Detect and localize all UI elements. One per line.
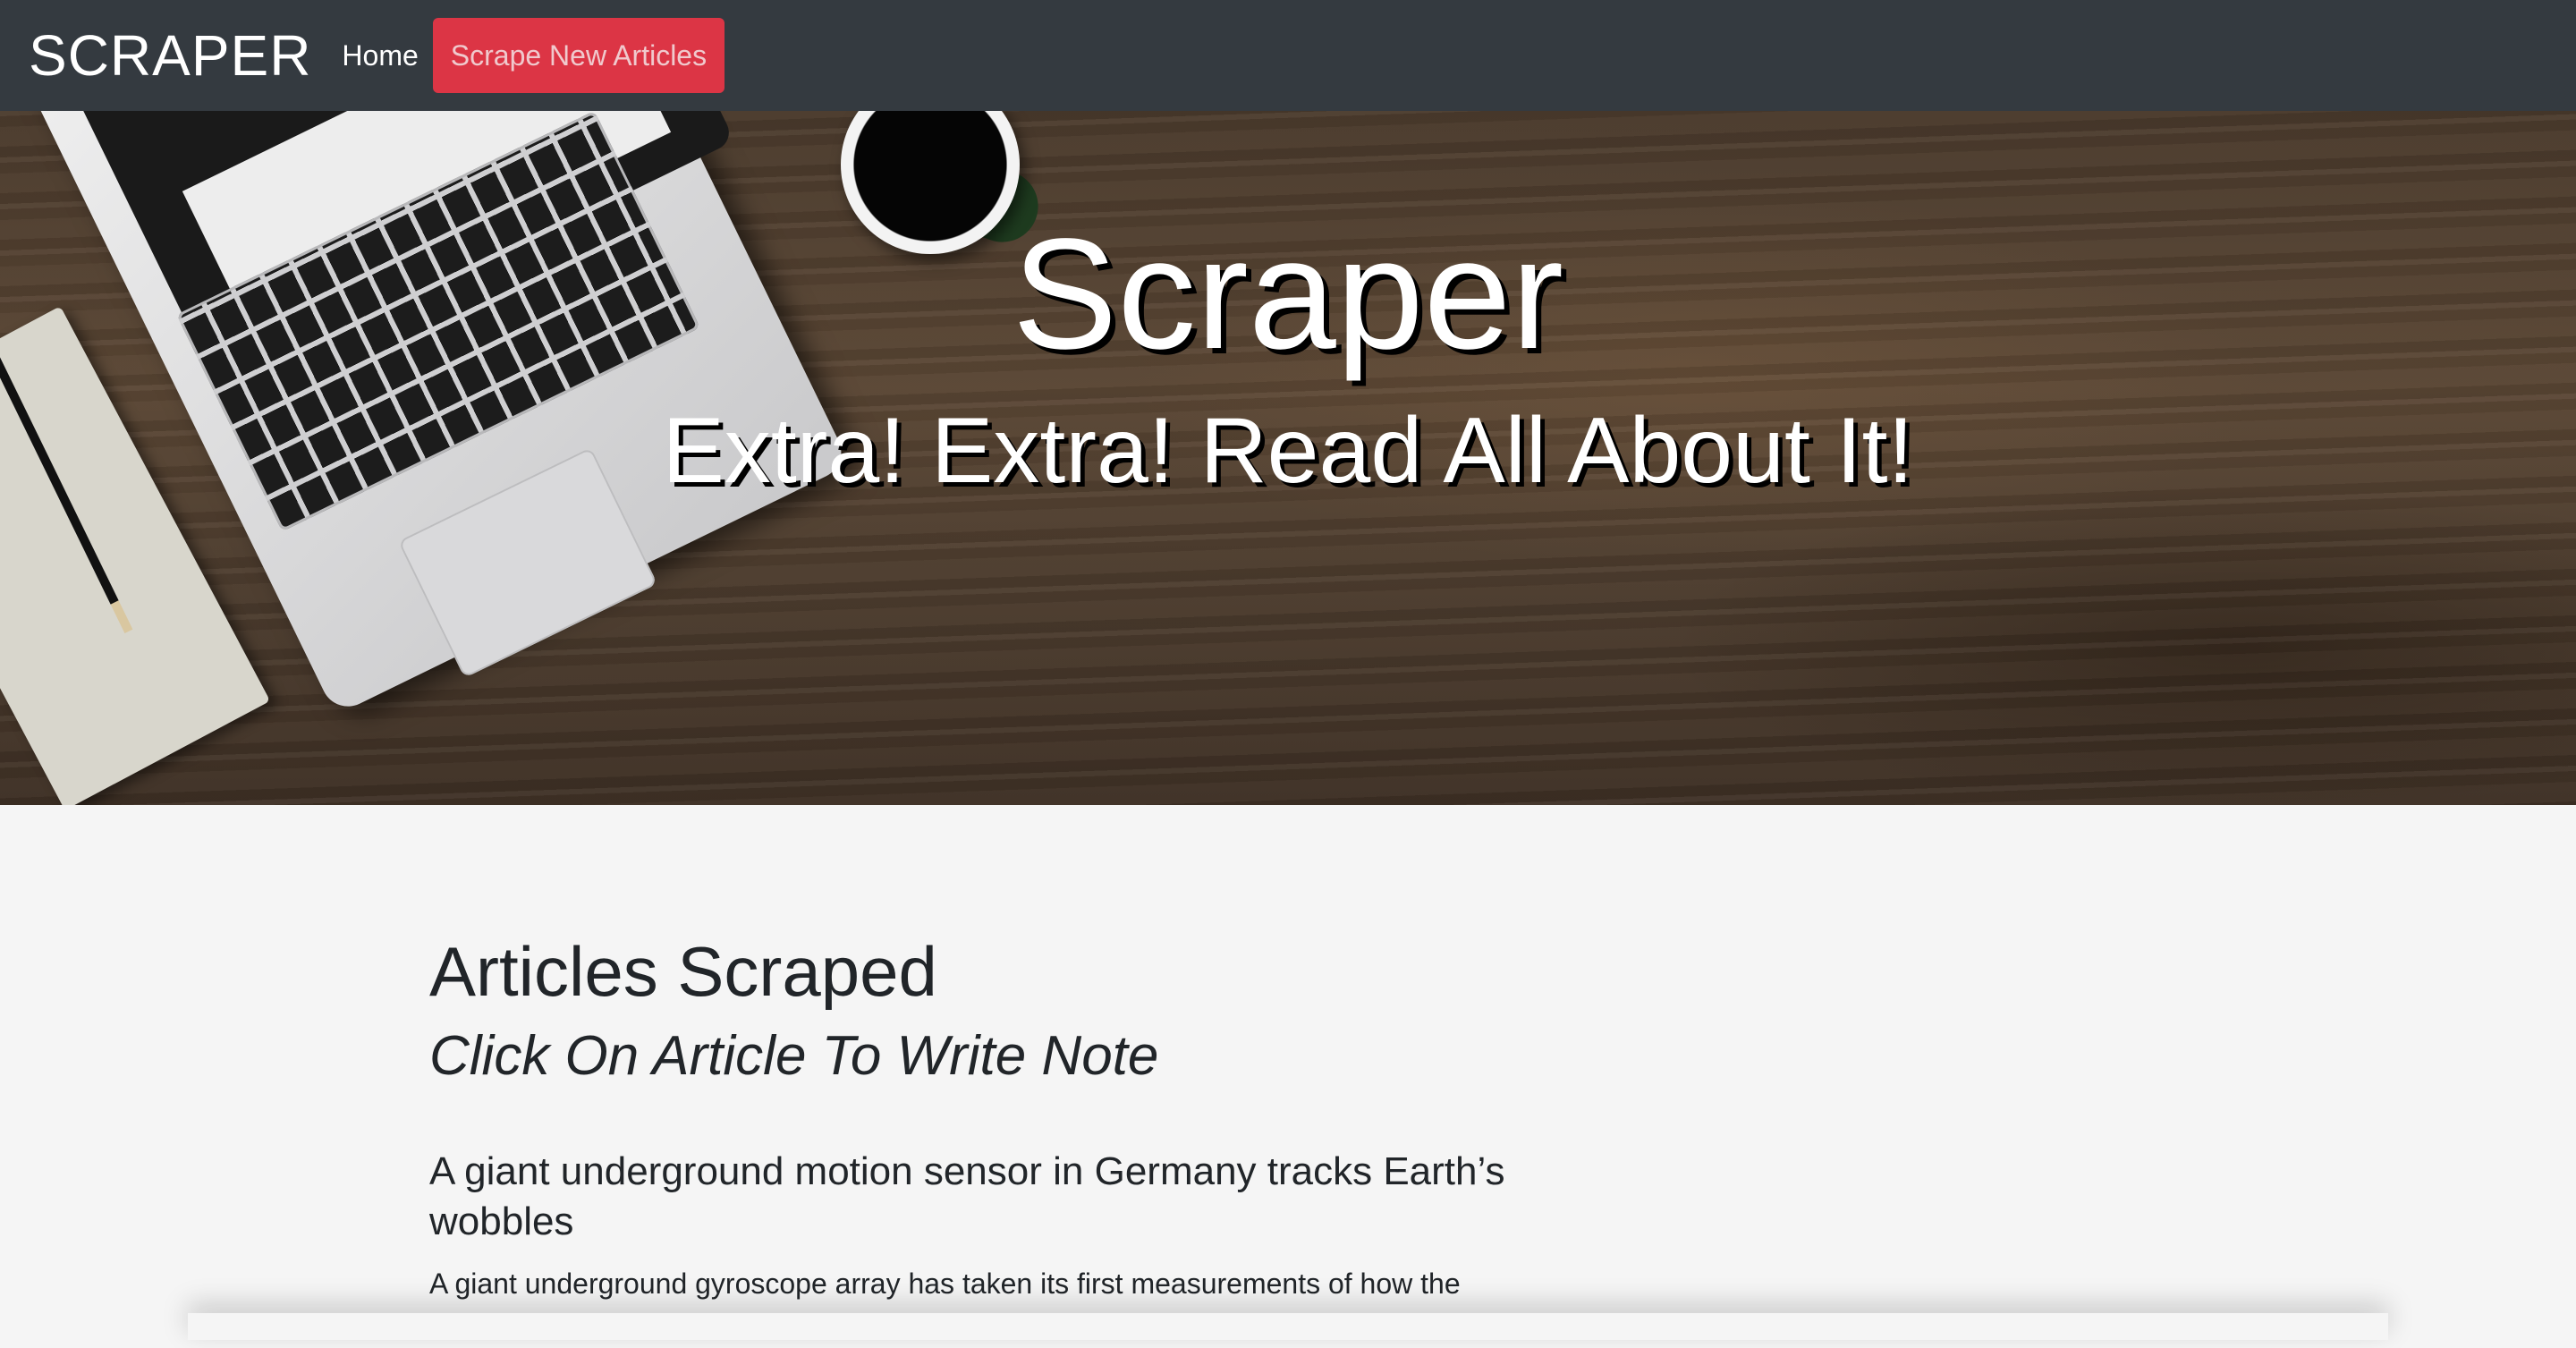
- article-title[interactable]: A giant underground motion sensor in Ger…: [429, 1147, 1556, 1248]
- bottom-shadow-divider: [188, 1313, 2388, 1340]
- articles-instruction: Click On Article To Write Note: [429, 1024, 1159, 1087]
- articles-section: Articles Scraped Click On Article To Wri…: [429, 930, 1556, 1348]
- nav-home-link[interactable]: Home: [342, 41, 418, 70]
- hero-subtitle: Extra! Extra! Read All About It!: [662, 399, 1914, 503]
- hero-banner: Scraper Extra! Extra! Read All About It!: [0, 111, 2576, 805]
- scrape-new-articles-button[interactable]: Scrape New Articles: [432, 18, 725, 93]
- navbar: SCRAPER Home Scrape New Articles: [0, 0, 2576, 111]
- brand-logo[interactable]: SCRAPER: [29, 27, 311, 84]
- articles-heading: Articles Scraped: [429, 932, 937, 1011]
- hero-title: Scraper: [1012, 207, 1564, 382]
